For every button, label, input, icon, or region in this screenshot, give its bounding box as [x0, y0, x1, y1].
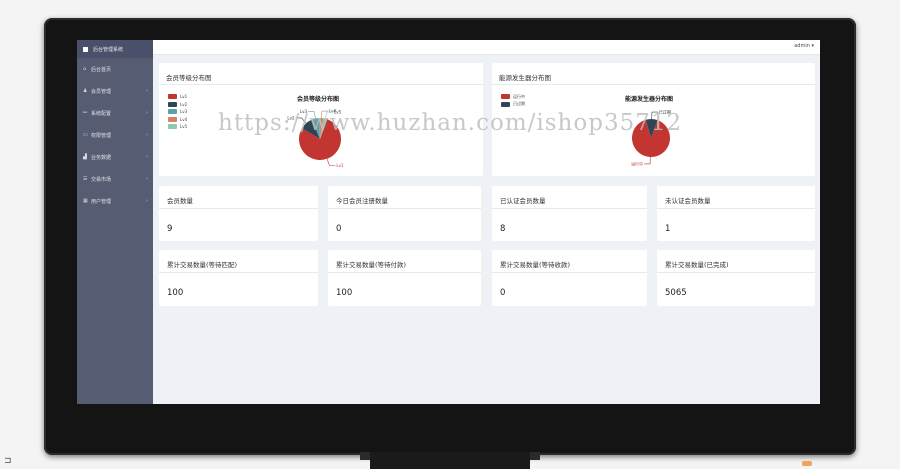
- stat-value: 8: [500, 224, 506, 234]
- list-icon: ☰: [83, 176, 88, 182]
- orange-mark: [802, 461, 812, 466]
- stat-label: 累计交易数量(已完成): [665, 261, 729, 269]
- sidebar-item-label: 系统配置: [91, 110, 112, 117]
- stat-value: 100: [167, 288, 184, 298]
- stat-label: 累计交易数量(等待付款): [336, 261, 407, 269]
- sidebar-item-label: 交易市场: [91, 176, 112, 183]
- divider: [492, 208, 647, 209]
- chevron-right-icon: ›: [146, 198, 148, 204]
- sidebar: 后台管理系统 ⌂ 后台首页 ♟ 会员管理 › ⚯ 系统配置 › ▭ 权限管理 › ▟ 业务数据 › ☰ 交易市…: [77, 40, 153, 404]
- divider: [328, 208, 481, 209]
- stat-label: 今日会员注册数量: [336, 197, 388, 205]
- grid-icon: ▦: [83, 198, 88, 204]
- stat-value: 5065: [665, 288, 687, 298]
- stat-label: 已认证会员数量: [500, 197, 546, 205]
- stat-card: 会员数量 9: [159, 186, 318, 241]
- stat-value: 0: [336, 224, 342, 234]
- slice-leader-line: [644, 156, 651, 165]
- user-menu[interactable]: admin ▾: [794, 43, 814, 49]
- home-icon: ⌂: [83, 66, 87, 72]
- stat-card: 累计交易数量(等待付款) 100: [328, 250, 481, 306]
- stat-card: 未认证会员数量 1: [657, 186, 815, 241]
- stat-card: 已认证会员数量 8: [492, 186, 647, 241]
- sidebar-item-0[interactable]: ⌂ 后台首页: [77, 58, 153, 80]
- sidebar-item-6[interactable]: ▦ 用户管理 ›: [77, 190, 153, 212]
- sidebar-item-label: 后台首页: [91, 66, 112, 73]
- divider: [159, 208, 318, 209]
- screen: 后台管理系统 ⌂ 后台首页 ♟ 会员管理 › ⚯ 系统配置 › ▭ 权限管理 › ▟ 业务数据 › ☰ 交易市…: [77, 40, 820, 404]
- sidebar-header[interactable]: 后台管理系统: [77, 40, 153, 58]
- logo-square-icon: [83, 46, 88, 52]
- chevron-right-icon: ›: [146, 176, 148, 182]
- app-title: 后台管理系统: [93, 46, 124, 53]
- stat-label: 累计交易数量(等待匹配): [167, 261, 238, 269]
- chevron-right-icon: ›: [146, 88, 148, 94]
- inbox-icon: ▭: [83, 132, 88, 138]
- divider: [159, 272, 318, 273]
- sidebar-item-3[interactable]: ▭ 权限管理 ›: [77, 124, 153, 146]
- chevron-right-icon: ›: [146, 132, 148, 138]
- stat-label: 累计交易数量(等待收款): [500, 261, 571, 269]
- sidebar-item-label: 会员管理: [91, 88, 112, 95]
- stat-card: 累计交易数量(已完成) 5065: [657, 250, 815, 306]
- stat-card: 累计交易数量(等待匹配) 100: [159, 250, 318, 306]
- username: admin: [794, 43, 810, 49]
- sidebar-item-2[interactable]: ⚯ 系统配置 ›: [77, 102, 153, 124]
- divider: [657, 272, 815, 273]
- corner-glyph: ⊐: [4, 456, 12, 466]
- top-bar: admin ▾: [153, 40, 820, 55]
- divider: [657, 208, 815, 209]
- divider: [328, 272, 481, 273]
- user-icon: ♟: [83, 88, 88, 94]
- sidebar-menu: ⌂ 后台首页 ♟ 会员管理 › ⚯ 系统配置 › ▭ 权限管理 › ▟ 业务数据 › ☰ 交易市场 › ▦ 用户管理…: [77, 58, 153, 212]
- sidebar-item-label: 业务数据: [91, 154, 112, 161]
- stat-card: 累计交易数量(等待收款) 0: [492, 250, 647, 306]
- chevron-down-icon: ▾: [811, 43, 814, 49]
- sidebar-item-label: 权限管理: [91, 132, 112, 139]
- chevron-right-icon: ›: [146, 110, 148, 116]
- slice-leader-line: [326, 158, 336, 166]
- stat-value: 1: [665, 224, 671, 234]
- slice-label: Lv1: [336, 163, 344, 168]
- stat-value: 9: [167, 224, 173, 234]
- stat-card: 今日会员注册数量 0: [328, 186, 481, 241]
- stat-label: 未认证会员数量: [665, 197, 711, 205]
- chart-icon: ▟: [83, 154, 87, 160]
- sidebar-item-4[interactable]: ▟ 业务数据 ›: [77, 146, 153, 168]
- watermark: https://www.huzhan.com/ishop35712: [218, 110, 683, 136]
- stat-value: 100: [336, 288, 353, 298]
- monitor-stand: [370, 452, 530, 469]
- share-icon: ⚯: [83, 110, 88, 116]
- stat-label: 会员数量: [167, 197, 193, 205]
- sidebar-item-1[interactable]: ♟ 会员管理 ›: [77, 80, 153, 102]
- sidebar-item-label: 用户管理: [91, 198, 112, 205]
- divider: [492, 272, 647, 273]
- slice-label: 运行中: [631, 160, 643, 166]
- chevron-right-icon: ›: [146, 154, 148, 160]
- main-content: admin ▾ 会员等级分布图 Lv1 Lv2 Lv3 Lv4 Lv5 会员等级分布图 …: [153, 40, 820, 404]
- stat-value: 0: [500, 288, 506, 298]
- sidebar-item-5[interactable]: ☰ 交易市场 ›: [77, 168, 153, 190]
